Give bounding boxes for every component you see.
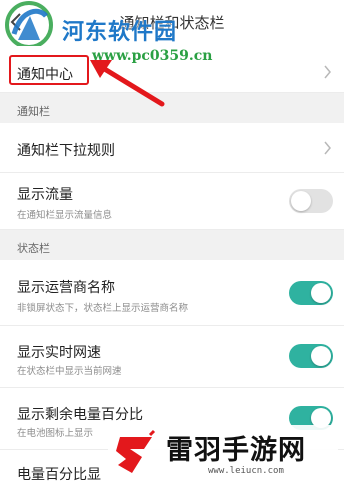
watermark-bottom-brand: 雷羽手游网	[166, 435, 306, 466]
show-speed-toggle[interactable]	[289, 344, 333, 368]
toggle-knob	[291, 191, 311, 211]
section-header-notification-bar: 通知栏	[0, 93, 344, 123]
battery-percent-style-label: 电量百分比显	[17, 467, 101, 483]
show-carrier-row[interactable]: 显示运营商名称 非锁屏状态下，状态栏上显示运营商名称	[0, 260, 344, 326]
show-traffic-row[interactable]: 显示流量 在通知栏显示流量信息	[0, 173, 344, 230]
show-speed-row[interactable]: 显示实时网速 在状态栏中显示当前网速	[0, 326, 344, 388]
show-speed-label: 显示实时网速	[17, 345, 101, 361]
watermark-s-logo-icon	[116, 429, 156, 473]
show-carrier-description: 非锁屏状态下，状态栏上显示运营商名称	[17, 303, 189, 314]
show-battery-percent-description: 在电池图标上显示	[17, 428, 94, 439]
chevron-right-icon	[324, 141, 331, 155]
pull-rules-row[interactable]: 通知栏下拉规则	[0, 123, 344, 173]
show-traffic-toggle[interactable]	[289, 189, 333, 213]
watermark-brand-text: 河东软件园	[62, 20, 178, 45]
show-battery-percent-label: 显示剩余电量百分比	[17, 407, 143, 423]
section-header-status-bar: 状态栏	[0, 230, 344, 260]
section-label: 通知栏	[17, 105, 50, 118]
pull-rules-label: 通知栏下拉规则	[17, 143, 115, 159]
chevron-right-icon	[324, 65, 331, 79]
show-carrier-toggle[interactable]	[289, 281, 333, 305]
highlight-box	[9, 55, 89, 85]
watermark-logo-icon	[5, 1, 53, 49]
show-speed-description: 在状态栏中显示当前网速	[17, 366, 122, 377]
watermark-bottom-url: www.leiucn.com	[208, 466, 284, 476]
section-label: 状态栏	[17, 242, 50, 255]
toggle-knob	[311, 346, 331, 366]
show-carrier-label: 显示运营商名称	[17, 280, 115, 296]
show-traffic-description: 在通知栏显示流量信息	[17, 210, 113, 221]
watermark-bottom: 雷羽手游网 www.leiucn.com	[108, 425, 338, 487]
red-arrow-icon	[90, 60, 165, 107]
toggle-knob	[311, 283, 331, 303]
show-traffic-label: 显示流量	[17, 187, 73, 203]
